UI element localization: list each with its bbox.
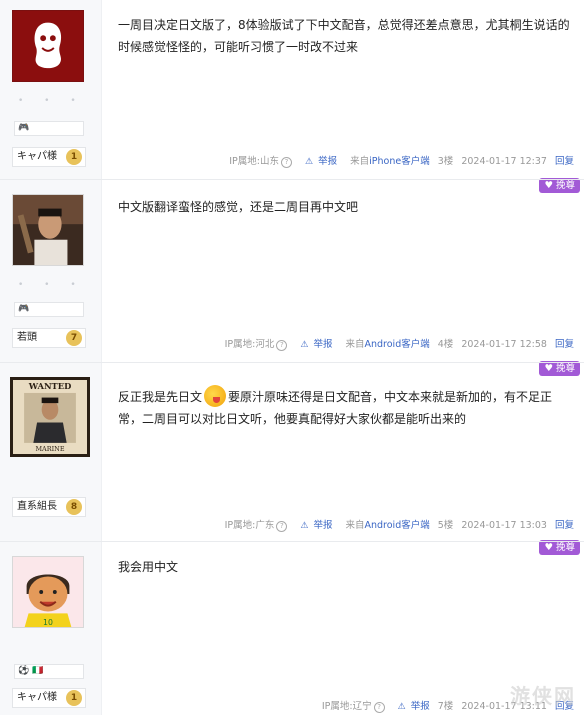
post-content: 反正我是先日文 要原汁原味还得是日文配音，中文本来就是新加的，有不足正常，二周目可… <box>118 385 574 430</box>
ip-location: IP属地:广东? <box>220 520 288 532</box>
user-sidebar: • • • 🎮 キャパ様 1 <box>0 0 102 179</box>
user-level-badge[interactable]: キャパ様 1 <box>12 147 86 167</box>
avatar[interactable]: WANTED MARINE <box>10 377 90 457</box>
floor-number: 4楼 <box>437 339 454 350</box>
avatar[interactable]: 10 <box>12 556 84 628</box>
level-number: 1 <box>66 149 82 165</box>
username[interactable]: 若頭 <box>17 332 37 343</box>
level-number: 1 <box>66 690 82 706</box>
client-source: 来自Android客户端 <box>345 520 430 531</box>
medal-badges: 🎮 <box>14 121 84 136</box>
level-number: 8 <box>66 499 82 515</box>
post-floor-7: 10 ⚽ 🇮🇹 キャパ様 1 我会用中文 IP属地:辽宁? ⚠ 举报 7楼 202… <box>0 542 584 715</box>
post-content: 我会用中文 <box>118 560 179 574</box>
post-content: 中文版翻译蛮怪的感觉，还是二周目再中文吧 <box>118 200 359 214</box>
post-time: 2024-01-17 12:37 <box>461 156 547 167</box>
help-icon[interactable]: ? <box>276 521 288 532</box>
post-floor-5: WANTED MARINE 直系組長 8 反正我是先日文 要原汁原味还得是日文配音… <box>0 363 584 555</box>
user-sidebar: WANTED MARINE 直系組長 8 <box>0 363 102 541</box>
post-footer: IP属地:河北? ⚠ 举报 来自Android客户端 4楼 2024-01-17 … <box>215 336 574 351</box>
warning-icon: ⚠ <box>305 157 314 167</box>
help-icon[interactable]: ? <box>373 702 385 713</box>
username[interactable]: キャパ様 <box>17 151 57 162</box>
client-link[interactable]: iPhone客户端 <box>369 156 430 167</box>
level-number: 7 <box>66 330 82 346</box>
report-link[interactable]: ⚠ 举报 <box>300 156 337 167</box>
report-link[interactable]: ⚠ 举报 <box>295 339 332 350</box>
reply-link[interactable]: 回复 <box>555 156 574 167</box>
svg-text:10: 10 <box>43 618 53 627</box>
warning-icon: ⚠ <box>300 521 309 531</box>
reply-link[interactable]: 回复 <box>555 520 574 531</box>
report-link[interactable]: ⚠ 举报 <box>295 520 332 531</box>
help-icon[interactable]: ? <box>276 340 288 351</box>
ip-location: IP属地:河北? <box>220 339 288 351</box>
client-link[interactable]: Android客户端 <box>365 520 430 531</box>
help-icon[interactable]: ? <box>280 157 292 168</box>
medal-badges: ⚽ 🇮🇹 <box>14 664 84 679</box>
decor-dots: • • • <box>18 280 85 290</box>
client-source: 来自iPhone客户端 <box>350 156 430 167</box>
post-footer: IP属地:广东? ⚠ 举报 来自Android客户端 5楼 2024-01-17 … <box>215 517 574 532</box>
ip-location: IP属地:辽宁? <box>317 701 385 713</box>
avatar-bottom-text: MARINE <box>35 445 64 453</box>
avatar[interactable] <box>12 10 84 82</box>
warning-icon: ⚠ <box>300 340 309 350</box>
floor-number: 7楼 <box>437 701 454 712</box>
avatar-top-text: WANTED <box>28 381 72 391</box>
ip-location: IP属地:山东? <box>224 156 292 168</box>
post-floor-3: • • • 🎮 キャパ様 1 一周目决定日文版了，8体验版试了下中文配音，总觉得… <box>0 0 584 193</box>
client-link[interactable]: Android客户端 <box>365 339 430 350</box>
reply-link[interactable]: 回复 <box>555 339 574 350</box>
post-content: 一周目决定日文版了，8体验版试了下中文配音，总觉得还差点意思，尤其桐生说话的时候… <box>118 18 570 54</box>
watermark: 游侠网 <box>510 684 576 708</box>
medal-badges: 🎮 <box>14 302 84 317</box>
post-time: 2024-01-17 13:03 <box>461 520 547 531</box>
post-floor-4: • • • 🎮 若頭 7 中文版翻译蛮怪的感觉，还是二周目再中文吧 IP属地:河… <box>0 180 584 376</box>
username[interactable]: キャパ様 <box>17 692 57 703</box>
avatar[interactable] <box>12 194 84 266</box>
username[interactable]: 直系組長 <box>17 501 57 512</box>
user-level-badge[interactable]: 直系組長 8 <box>12 497 86 517</box>
user-sidebar: 10 ⚽ 🇮🇹 キャパ様 1 <box>0 542 102 715</box>
tongue-emoji-icon <box>204 385 227 407</box>
post-footer: IP属地:山东? ⚠ 举报 来自iPhone客户端 3楼 2024-01-17 1… <box>219 153 574 168</box>
decor-dots: • • • <box>18 96 85 106</box>
floor-number: 3楼 <box>437 156 454 167</box>
client-source: 来自Android客户端 <box>345 339 430 350</box>
user-level-badge[interactable]: キャパ様 1 <box>12 688 86 708</box>
warning-icon: ⚠ <box>397 702 406 712</box>
report-link[interactable]: ⚠ 举报 <box>393 701 430 712</box>
user-sidebar: • • • 🎮 若頭 7 <box>0 180 102 362</box>
user-level-badge[interactable]: 若頭 7 <box>12 328 86 348</box>
floor-number: 5楼 <box>437 520 454 531</box>
post-time: 2024-01-17 12:58 <box>461 339 547 350</box>
